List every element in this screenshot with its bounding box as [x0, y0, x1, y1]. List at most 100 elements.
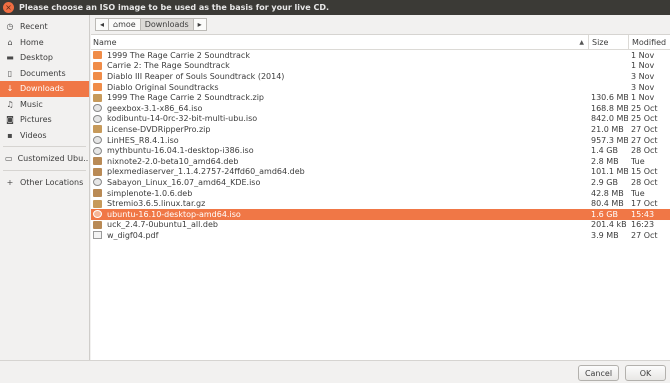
folder-row[interactable]: Carrie 2: The Rage Soundtrack 1 Nov — [91, 61, 670, 72]
folder-row[interactable]: 1999 The Rage Carrie 2 Soundtrack 1 Nov — [91, 50, 670, 61]
clock-icon: ◷ — [6, 22, 14, 32]
file-name-cell: geexbox-3.1-x86_64.iso — [91, 104, 588, 113]
file-modified: 25 Oct — [631, 103, 658, 113]
file-row[interactable]: uck_2.4.7-0ubuntu1_all.deb 201.4 kB 16:23 — [91, 220, 670, 231]
file-name: ubuntu-16.10-desktop-amd64.iso — [107, 209, 241, 219]
video-icon: ▪ — [7, 130, 13, 140]
file-size: 21.0 MB — [591, 124, 624, 134]
file-name: Sabayon_Linux_16.07_amd64_KDE.iso — [107, 177, 261, 187]
file-row[interactable]: nixnote2-2.0-beta10_amd64.deb 2.8 MB Tue — [91, 156, 670, 167]
download-icon: ↓ — [6, 84, 14, 94]
cancel-label: Cancel — [584, 368, 613, 378]
sidebar-separator — [3, 146, 86, 147]
path-current-button[interactable]: Downloads — [140, 18, 194, 31]
sidebar-item-label: Downloads — [20, 84, 64, 94]
file-name: Diablo III Reaper of Souls Soundtrack (2… — [107, 71, 285, 81]
file-name: uck_2.4.7-0ubuntu1_all.deb — [107, 220, 218, 230]
file-name: geexbox-3.1-x86_64.iso — [107, 103, 203, 113]
file-name: simplenote-1.0.6.deb — [107, 188, 193, 198]
file-name-cell: Carrie 2: The Rage Soundtrack — [91, 61, 588, 70]
path-home-button[interactable]: ⌂ moe — [109, 18, 141, 31]
folder-row[interactable]: Diablo III Reaper of Souls Soundtrack (2… — [91, 71, 670, 82]
file-name: kodibuntu-14-0rc-32-bit-multi-ubu.iso — [107, 114, 258, 124]
sidebar-item-label: Home — [20, 37, 44, 47]
file-name-cell: w_digf04.pdf — [91, 231, 588, 240]
package-icon — [93, 167, 102, 176]
file-modified: 15 Oct — [631, 167, 658, 177]
file-modified: 28 Oct — [631, 177, 658, 187]
file-row[interactable]: geexbox-3.1-x86_64.iso 168.8 MB 25 Oct — [91, 103, 670, 114]
chevron-right-icon: ▸ — [197, 20, 202, 29]
sidebar-item-label: Desktop — [20, 53, 53, 63]
file-name: 1999 The Rage Carrie 2 Soundtrack.zip — [107, 93, 264, 103]
file-name-cell: kodibuntu-14-0rc-32-bit-multi-ubu.iso — [91, 114, 588, 123]
file-modified: 1 Nov — [631, 93, 655, 103]
package-icon — [93, 189, 102, 198]
file-row[interactable]: mythbuntu-16.04.1-desktop-i386.iso 1.4 GB… — [91, 145, 670, 156]
sidebar-item-documents[interactable]: ▯ Documents — [0, 66, 89, 82]
path-back-button[interactable]: ◂ — [95, 18, 110, 31]
file-row[interactable]: Stremio3.6.5.linux.tar.gz 80.4 MB 17 Oct — [91, 198, 670, 209]
file-list: Name ▲ Size Modified 1999 The Rage Carrie… — [91, 34, 670, 360]
sidebar-item-other-locations[interactable]: + Other Locations — [0, 175, 89, 191]
file-name-cell: Stremio3.6.5.linux.tar.gz — [91, 199, 588, 208]
sidebar-item-customized-ubu[interactable]: ▭ Customized Ubu... — [0, 151, 89, 167]
file-row[interactable]: simplenote-1.0.6.deb 42.8 MB Tue — [91, 188, 670, 199]
disc-image-icon — [93, 136, 102, 145]
ok-button[interactable]: OK — [625, 365, 666, 381]
close-icon[interactable]: × — [3, 2, 14, 13]
sort-ascending-icon: ▲ — [579, 38, 584, 46]
pdf-icon — [93, 231, 102, 240]
file-size: 1.4 GB — [591, 146, 618, 156]
folder-row[interactable]: Diablo Original Soundtracks 3 Nov — [91, 82, 670, 93]
ok-label: OK — [639, 368, 652, 378]
document-icon: ▯ — [7, 68, 13, 78]
path-forward-button[interactable]: ▸ — [193, 18, 207, 31]
folder-icon — [93, 83, 102, 92]
sidebar-item-label: Other Locations — [20, 177, 84, 187]
file-row[interactable]: w_digf04.pdf 3.9 MB 27 Oct — [91, 230, 670, 241]
file-modified: Tue — [631, 188, 645, 198]
file-name-cell: 1999 The Rage Carrie 2 Soundtrack — [91, 51, 588, 60]
file-name: mythbuntu-16.04.1-desktop-i386.iso — [107, 146, 254, 156]
sidebar-item-recent[interactable]: ◷ Recent — [0, 19, 89, 35]
file-row[interactable]: LinHES_R8.4.1.iso 957.3 MB 27 Oct — [91, 135, 670, 146]
path-current-label: Downloads — [144, 20, 189, 29]
plus-icon: + — [6, 177, 14, 187]
size-column-header[interactable]: Size — [588, 34, 628, 50]
disc-image-icon — [93, 210, 102, 219]
file-size: 168.8 MB — [591, 103, 628, 113]
file-modified: 28 Oct — [631, 146, 658, 156]
file-row[interactable]: License-DVDRipperPro.zip 21.0 MB 27 Oct — [91, 124, 670, 135]
disc-image-icon — [93, 104, 102, 113]
sidebar-item-home[interactable]: ⌂ Home — [0, 35, 89, 51]
file-row[interactable]: plexmediaserver_1.1.4.2757-24ffd60_amd64… — [91, 167, 670, 178]
sidebar-item-downloads[interactable]: ↓ Downloads — [0, 81, 89, 97]
file-name-cell: Diablo Original Soundtracks — [91, 83, 588, 92]
sidebar-item-desktop[interactable]: ▬ Desktop — [0, 50, 89, 66]
file-row[interactable]: ubuntu-16.10-desktop-amd64.iso 1.6 GB 15:4… — [91, 208, 670, 220]
modified-column-header[interactable]: Modified — [628, 34, 668, 50]
file-modified: 27 Oct — [631, 135, 658, 145]
modified-header-label: Modified — [632, 37, 667, 47]
file-modified: 1 Nov — [631, 50, 655, 60]
file-row[interactable]: Sabayon_Linux_16.07_amd64_KDE.iso 2.9 GB 2… — [91, 177, 670, 188]
file-name-cell: mythbuntu-16.04.1-desktop-i386.iso — [91, 146, 588, 155]
file-size: 842.0 MB — [591, 114, 628, 124]
file-name: Carrie 2: The Rage Soundtrack — [107, 61, 230, 71]
sidebar-item-videos[interactable]: ▪ Videos — [0, 128, 89, 144]
name-column-header[interactable]: Name ▲ — [91, 38, 588, 47]
sidebar-item-music[interactable]: ♫ Music — [0, 97, 89, 113]
file-size: 1.6 GB — [591, 209, 618, 219]
file-name-cell: plexmediaserver_1.1.4.2757-24ffd60_amd64… — [91, 167, 588, 176]
file-modified: Tue — [631, 156, 645, 166]
sidebar-item-pictures[interactable]: ◙ Pictures — [0, 112, 89, 128]
file-row[interactable]: kodibuntu-14-0rc-32-bit-multi-ubu.iso 842… — [91, 114, 670, 125]
cancel-button[interactable]: Cancel — [578, 365, 619, 381]
file-modified: 3 Nov — [631, 82, 655, 92]
package-icon — [93, 220, 102, 229]
file-modified: 17 Oct — [631, 199, 658, 209]
disc-image-icon — [93, 146, 102, 155]
file-row[interactable]: 1999 The Rage Carrie 2 Soundtrack.zip 130… — [91, 92, 670, 103]
file-size: 201.4 kB — [591, 220, 627, 230]
